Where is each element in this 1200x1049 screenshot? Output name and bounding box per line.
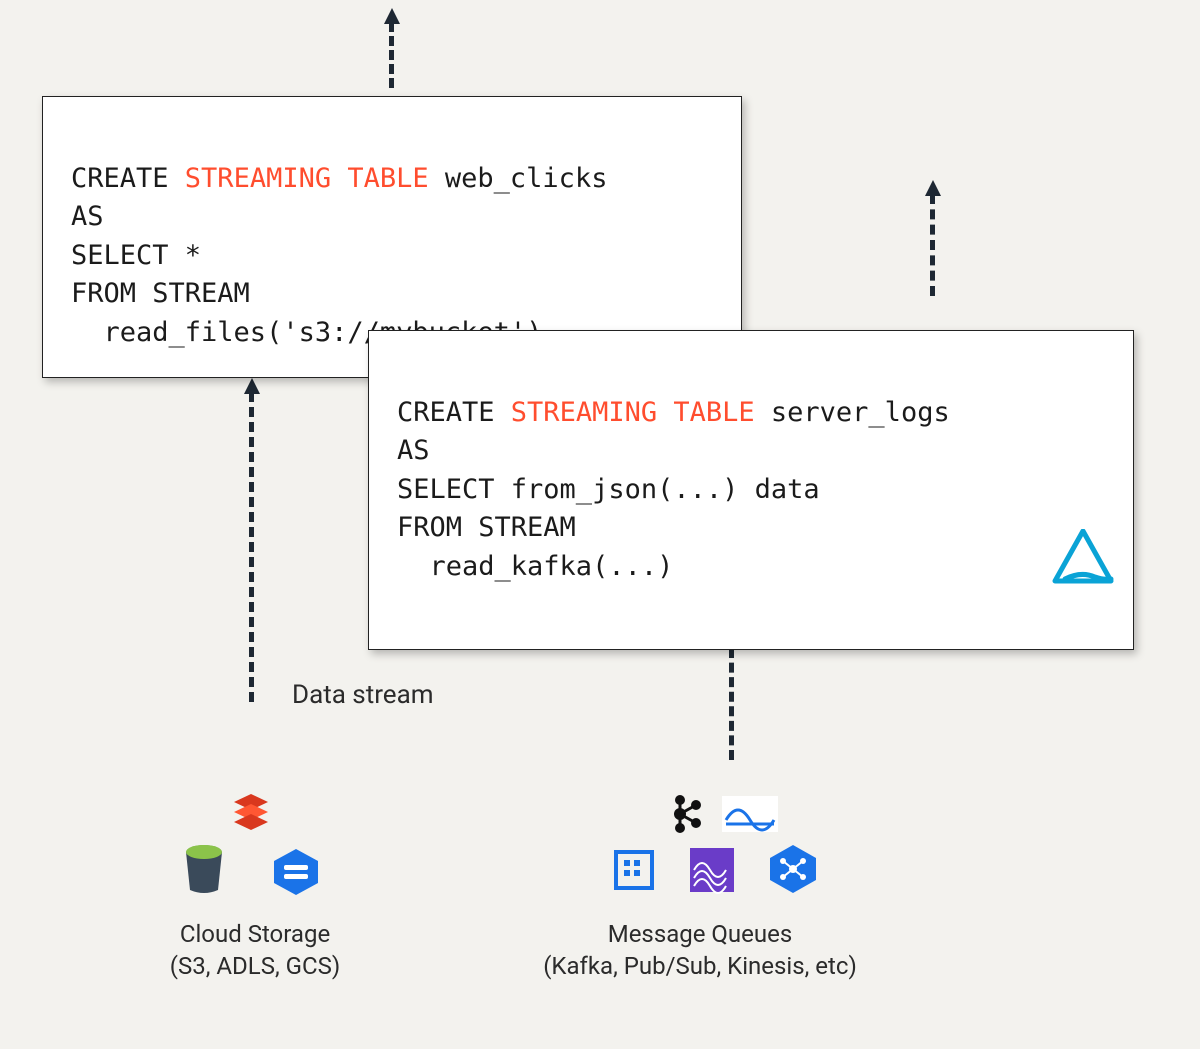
data-stream-label: Data stream xyxy=(292,680,434,710)
kafka-icon xyxy=(670,792,704,840)
queues-icons-row xyxy=(510,790,890,902)
code-line: SELECT from_json(...) data xyxy=(397,474,820,505)
arrow-queues-stream xyxy=(729,648,734,760)
eventhubs-icon xyxy=(610,846,658,898)
code-line: read_kafka(...) xyxy=(397,551,673,582)
databricks-icon xyxy=(230,792,272,842)
kinesis-icon xyxy=(688,846,736,898)
queues-title: Message Queues xyxy=(510,918,890,950)
s3-bucket-icon xyxy=(180,842,228,900)
code-line: FROM STREAM xyxy=(397,512,576,543)
pulsar-icon xyxy=(722,796,778,836)
code-line: CREATE STREAMING TABLE server_logs xyxy=(397,397,950,428)
code-line: AS xyxy=(71,201,104,232)
storage-subtitle: (S3, ADLS, GCS) xyxy=(130,950,380,982)
code-box-server-logs: CREATE STREAMING TABLE server_logs AS SE… xyxy=(368,330,1134,650)
delta-icon xyxy=(986,490,1115,635)
cloud-storage-group: Cloud Storage (S3, ADLS, GCS) xyxy=(130,792,380,983)
code-line: AS xyxy=(397,435,430,466)
storage-title: Cloud Storage xyxy=(130,918,380,950)
gcs-hexagon-icon xyxy=(270,846,322,902)
code-line: FROM STREAM xyxy=(71,278,250,309)
arrow-storage-stream xyxy=(249,392,254,702)
storage-icons-row xyxy=(130,792,380,902)
queues-subtitle: (Kafka, Pub/Sub, Kinesis, etc) xyxy=(510,950,890,982)
message-queues-group: Message Queues (Kafka, Pub/Sub, Kinesis,… xyxy=(510,790,890,983)
arrow-box1-up xyxy=(389,22,394,88)
pubsub-icon xyxy=(766,842,820,900)
code-line: SELECT * xyxy=(71,240,201,271)
arrow-box2-up xyxy=(930,194,935,296)
code-line: CREATE STREAMING TABLE web_clicks xyxy=(71,163,607,194)
